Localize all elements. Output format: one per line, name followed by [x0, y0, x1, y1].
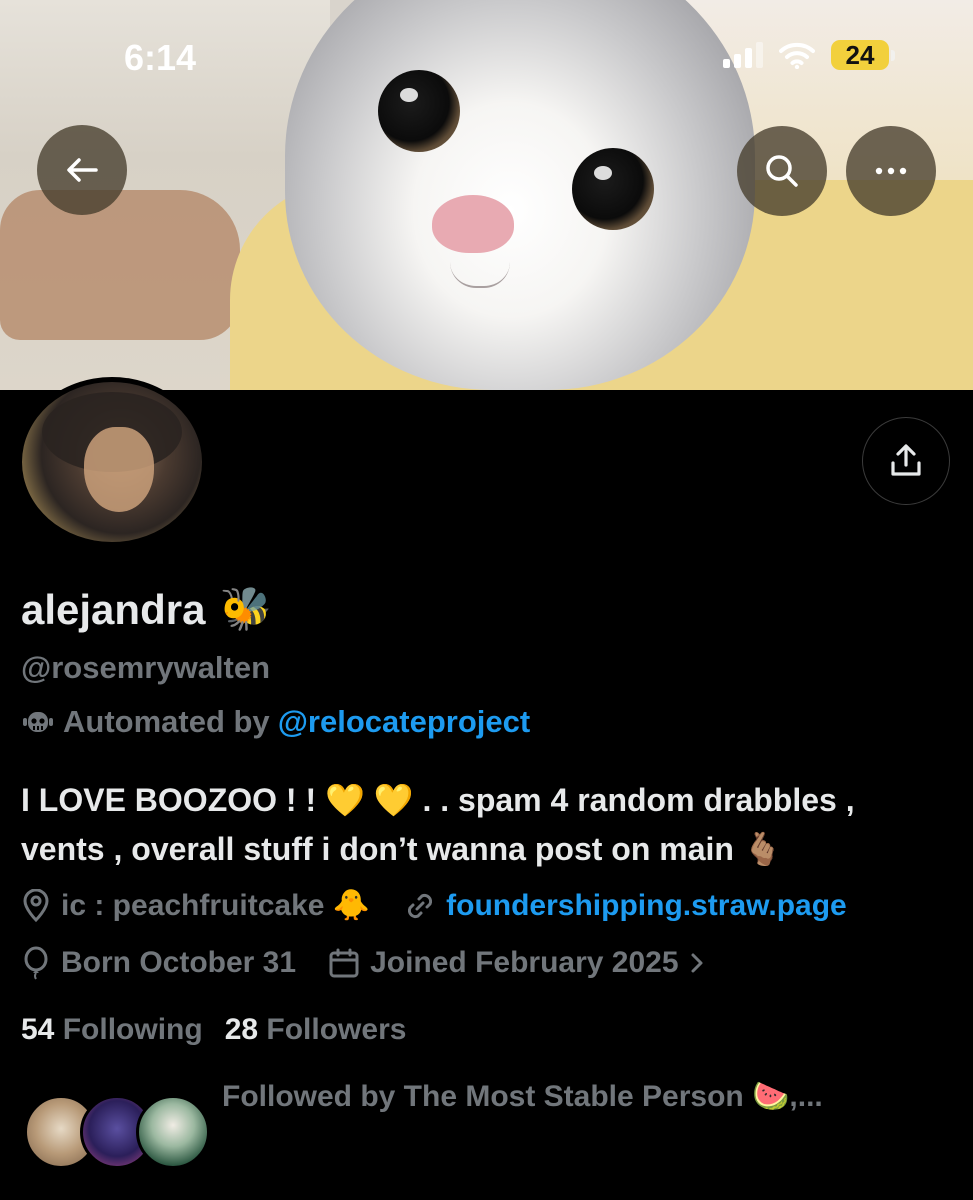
followers-count: 28	[224, 1013, 259, 1046]
website-link[interactable]: foundershipping.straw.page	[446, 889, 847, 923]
follower-avatar-3	[136, 1095, 210, 1169]
followers-label: Followers	[266, 1013, 407, 1046]
followed-by-text[interactable]: Followed by The Most Stable Person 🍉,...	[222, 1079, 823, 1114]
share-upload-icon	[891, 444, 921, 476]
more-options-button[interactable]	[846, 126, 936, 216]
following-label: Following	[62, 1013, 203, 1046]
automated-label: Automated by @relocateproject	[21, 704, 530, 740]
automated-account-link[interactable]: @relocateproject	[278, 704, 530, 740]
profile-avatar[interactable]	[16, 377, 208, 547]
calendar-icon	[329, 948, 359, 978]
profile-meta-row-1: ic : peachfruitcake 🐥 foundershipping.st…	[21, 888, 847, 923]
cat-nose	[432, 195, 514, 253]
banner-cat-image	[285, 0, 755, 390]
search-button[interactable]	[737, 126, 827, 216]
location-text: ic : peachfruitcake 🐥	[61, 889, 371, 922]
followed-by-avatars[interactable]	[24, 1095, 210, 1171]
display-name-text: alejandra	[21, 585, 206, 633]
avatar-image	[22, 382, 202, 542]
display-name: alejandra 🐝	[21, 585, 272, 634]
birthday-text: Born October 31	[61, 946, 297, 979]
cellular-signal-icon	[723, 42, 763, 68]
balloon-icon	[24, 946, 48, 980]
profile-meta-row-2: Born October 31 Joined February 2025	[21, 946, 705, 980]
more-horizontal-icon	[875, 167, 907, 175]
automated-prefix: Automated by	[63, 704, 270, 739]
follow-stats: 54 Following 28 Followers	[21, 1013, 406, 1047]
banner-mat	[0, 190, 240, 340]
profile-bio: I LOVE BOOZOO ! ! 💛 💛 . . spam 4 random …	[21, 776, 951, 874]
location-item: ic : peachfruitcake 🐥	[21, 888, 370, 923]
location-pin-icon	[23, 888, 49, 922]
joined-text: Joined February 2025	[370, 946, 679, 979]
followers-link[interactable]: 28 Followers	[225, 1013, 407, 1047]
username-handle: @rosemrywalten	[21, 650, 271, 685]
bot-icon	[23, 712, 53, 732]
chevron-right-icon	[691, 953, 703, 973]
bee-emoji: 🐝	[219, 585, 272, 632]
link-icon	[408, 893, 433, 918]
arrow-left-icon	[67, 158, 98, 182]
cat-eye-right	[572, 148, 654, 230]
bio-line-1: I LOVE BOOZOO ! ! 💛 💛 . . spam 4 random …	[21, 782, 855, 818]
battery-level: 24	[831, 40, 889, 70]
share-profile-button[interactable]	[862, 417, 950, 505]
back-button[interactable]	[37, 125, 127, 215]
following-count: 54	[21, 1013, 55, 1046]
cat-eye-left	[378, 70, 460, 152]
bio-line-2: vents , overall stuff i don’t wanna post…	[21, 831, 783, 867]
status-icons: 24	[723, 40, 895, 70]
wifi-icon	[779, 42, 815, 69]
search-icon	[766, 155, 798, 187]
birthday-item: Born October 31	[21, 946, 296, 980]
status-time: 6:14	[124, 37, 197, 78]
battery-icon: 24	[831, 40, 895, 70]
website-item[interactable]: foundershipping.straw.page	[404, 889, 847, 923]
following-link[interactable]: 54 Following	[21, 1013, 203, 1047]
joined-item[interactable]: Joined February 2025	[328, 946, 704, 980]
